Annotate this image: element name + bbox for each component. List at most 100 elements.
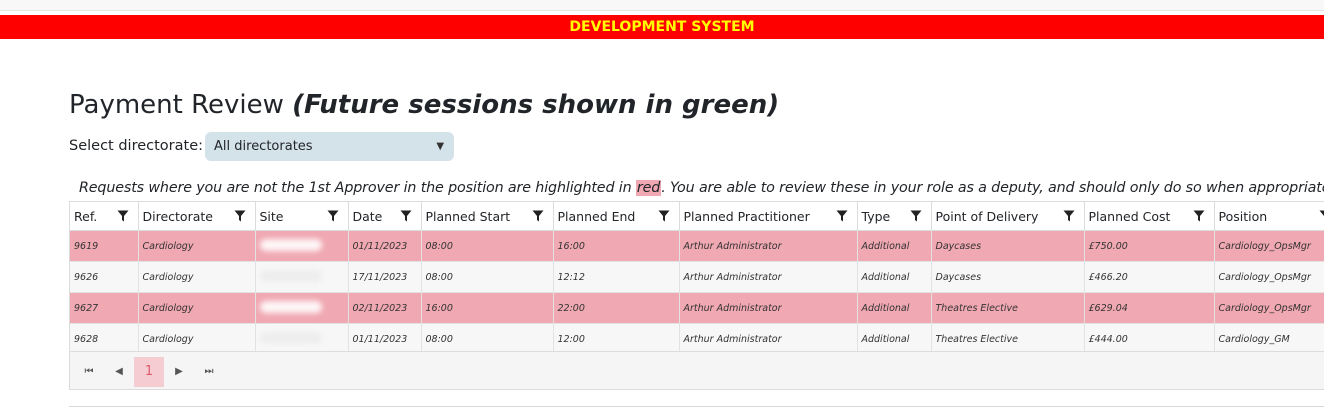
- cell-planned-end: 22:00: [553, 292, 680, 324]
- cell-planned-start: 16:00: [421, 292, 554, 324]
- filter-icon[interactable]: [836, 210, 848, 222]
- filter-icon[interactable]: [910, 210, 922, 222]
- cell-position: Cardiology_OpsMgr: [1214, 292, 1324, 324]
- cell-type: Additional: [857, 230, 932, 262]
- column-header-date[interactable]: Date: [348, 202, 422, 231]
- cell-date: 01/11/2023: [348, 230, 422, 262]
- notice-text-before: Requests where you are not the 1st Appro…: [79, 180, 632, 196]
- cell-planned-cost: £750.00: [1084, 230, 1215, 262]
- prev-page-icon: ◀: [115, 366, 123, 377]
- column-header-position[interactable]: Position: [1214, 202, 1324, 231]
- cell-type: Additional: [857, 261, 932, 293]
- cell-point-of-delivery: Daycases: [931, 230, 1085, 262]
- filter-icon[interactable]: [1193, 210, 1205, 222]
- column-header-point-of-delivery[interactable]: Point of Delivery: [931, 202, 1085, 231]
- cell-planned-end: 16:00: [553, 230, 680, 262]
- redacted-site: [259, 269, 322, 282]
- column-header-ref[interactable]: Ref.: [70, 202, 139, 231]
- notice-red-word: red: [635, 180, 662, 196]
- cell-planned-start: 08:00: [421, 323, 554, 355]
- filter-icon[interactable]: [327, 210, 339, 222]
- cell-position: Cardiology_GM: [1214, 323, 1324, 355]
- cell-planned-cost: £444.00: [1084, 323, 1215, 355]
- filter-icon[interactable]: [658, 210, 670, 222]
- column-header-label: Point of Delivery: [935, 208, 1039, 224]
- column-header-planned-end[interactable]: Planned End: [553, 202, 680, 231]
- redacted-site: [259, 331, 322, 344]
- table-row[interactable]: 9626 Cardiology 17/11/2023 08:00 12:12 Arthur…: [70, 261, 1324, 293]
- next-page-button[interactable]: ▶: [164, 357, 194, 387]
- cell-planned-practitioner: Arthur Administrator: [679, 230, 858, 262]
- payment-review-grid: Ref. Directorate Site Date Planned Start Plan…: [69, 201, 1324, 390]
- cell-position: Cardiology_OpsMgr: [1214, 230, 1324, 262]
- cell-directorate: Cardiology: [138, 230, 256, 262]
- column-header-directorate[interactable]: Directorate: [138, 202, 256, 231]
- column-header-label: Directorate: [142, 208, 213, 224]
- cell-planned-start: 08:00: [421, 261, 554, 293]
- first-page-icon: ⏮: [84, 366, 94, 377]
- cell-ref: 9627: [70, 292, 139, 324]
- prev-page-button[interactable]: ◀: [104, 357, 134, 387]
- directorate-selected-value: All directorates: [214, 138, 313, 154]
- filter-icon[interactable]: [117, 210, 129, 222]
- redacted-site: [259, 238, 322, 251]
- column-header-label: Planned Practitioner: [683, 208, 810, 224]
- chevron-down-icon: ▼: [436, 140, 445, 152]
- cell-planned-practitioner: Arthur Administrator: [679, 323, 858, 355]
- table-row[interactable]: 9628 Cardiology 01/11/2023 08:00 12:00 Arthur…: [70, 323, 1324, 355]
- column-header-label: Planned End: [557, 208, 636, 224]
- cell-point-of-delivery: Theatres Elective: [931, 292, 1085, 324]
- cell-directorate: Cardiology: [138, 292, 256, 324]
- directorate-select[interactable]: All directorates ▼: [205, 131, 455, 161]
- cell-planned-end: 12:00: [553, 323, 680, 355]
- cell-planned-cost: £466.20: [1084, 261, 1215, 293]
- first-page-button[interactable]: ⏮: [74, 357, 104, 387]
- cell-directorate: Cardiology: [138, 261, 256, 293]
- cell-point-of-delivery: Daycases: [931, 261, 1085, 293]
- column-header-planned-cost[interactable]: Planned Cost: [1084, 202, 1215, 231]
- filter-icon[interactable]: [1063, 210, 1075, 222]
- filter-icon[interactable]: [1319, 210, 1324, 222]
- cell-planned-cost: £629.04: [1084, 292, 1215, 324]
- filter-icon[interactable]: [532, 210, 544, 222]
- column-header-label: Planned Start: [425, 208, 511, 224]
- column-header-type[interactable]: Type: [857, 202, 932, 231]
- directorate-filter: Select directorate: All directorates ▼: [69, 131, 455, 161]
- cell-planned-practitioner: Arthur Administrator: [679, 261, 858, 293]
- cell-site: [255, 292, 349, 324]
- cell-point-of-delivery: Theatres Elective: [931, 323, 1085, 355]
- cell-date: 17/11/2023: [348, 261, 422, 293]
- page-subtitle: (Future sessions shown in green): [292, 90, 780, 120]
- deputy-notice: Requests where you are not the 1st Appro…: [79, 180, 1324, 196]
- notice-text-after: . You are able to review these in your r…: [661, 180, 1324, 196]
- column-header-label: Planned Cost: [1088, 208, 1171, 224]
- cell-type: Additional: [857, 292, 932, 324]
- column-header-label: Position: [1218, 208, 1268, 224]
- page-title-main: Payment Review: [69, 90, 284, 120]
- cell-date: 02/11/2023: [348, 292, 422, 324]
- cell-directorate: Cardiology: [138, 323, 256, 355]
- table-row[interactable]: 9627 Cardiology 02/11/2023 16:00 22:00 Arthur…: [70, 292, 1324, 324]
- filter-icon[interactable]: [400, 210, 412, 222]
- table-body: 9619 Cardiology 01/11/2023 08:00 16:00 Arthur…: [70, 230, 1324, 355]
- payment-review-table: Ref. Directorate Site Date Planned Start Plan…: [70, 202, 1324, 355]
- column-header-planned-start[interactable]: Planned Start: [421, 202, 554, 231]
- cell-type: Additional: [857, 323, 932, 355]
- cell-date: 01/11/2023: [348, 323, 422, 355]
- last-page-button[interactable]: ⏭: [194, 357, 224, 387]
- cell-site: [255, 323, 349, 355]
- cell-site: [255, 230, 349, 262]
- page-number-button[interactable]: 1: [134, 356, 164, 387]
- column-header-site[interactable]: Site: [255, 202, 349, 231]
- table-row[interactable]: 9619 Cardiology 01/11/2023 08:00 16:00 Arthur…: [70, 230, 1324, 262]
- column-header-label: Type: [861, 208, 891, 224]
- last-page-icon: ⏭: [204, 366, 214, 377]
- pager: ⏮ ◀ 1 ▶ ⏭: [70, 351, 1324, 389]
- cell-planned-start: 08:00: [421, 230, 554, 262]
- column-header-planned-practitioner[interactable]: Planned Practitioner: [679, 202, 858, 231]
- filter-icon[interactable]: [234, 210, 246, 222]
- column-header-label: Ref.: [74, 208, 98, 224]
- directorate-label: Select directorate:: [69, 138, 204, 154]
- table-header-row: Ref. Directorate Site Date Planned Start Plan…: [70, 202, 1324, 231]
- column-header-label: Site: [259, 208, 284, 224]
